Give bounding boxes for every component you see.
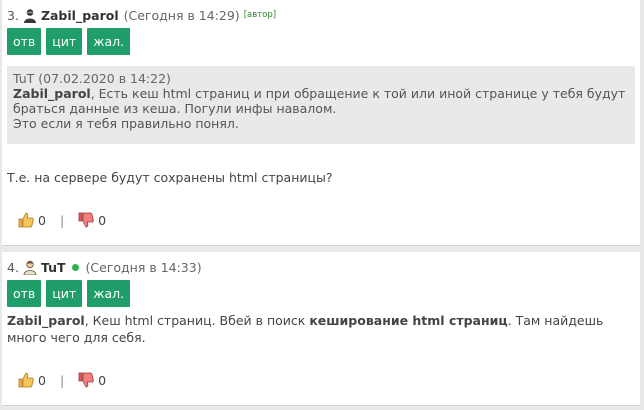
reply-button[interactable]: отв (7, 280, 42, 307)
post-rating: 0 | 0 (17, 371, 120, 389)
online-status-icon (71, 263, 79, 271)
likes-count: 0 (38, 212, 46, 228)
thumbs-up-icon[interactable] (17, 371, 35, 389)
dislikes-count: 0 (98, 212, 107, 228)
post-body: Т.е. на сервере будут сохранены html стр… (7, 170, 333, 185)
post-header: 3. Zabil_parol (Сегодня в 14:29) [автор] (7, 6, 276, 24)
post-body-line: много чего для себя. (7, 330, 146, 345)
user-avatar-icon (23, 8, 37, 23)
quote-text-line: Это если я тебя правильно понял. (13, 116, 239, 131)
rating-separator: | (59, 372, 65, 388)
dislikes-count: 0 (98, 372, 107, 388)
quote-text: , Есть кеш html страниц и при обращение … (90, 86, 626, 101)
quote-text-line: браться данные из кеша. Погули инфы нава… (13, 101, 337, 116)
post-mention[interactable]: Zabil_parol (7, 313, 85, 328)
comment-post: 4. TuT (Сегодня в 14:33) отв цит жал. Za… (2, 252, 640, 406)
rating-separator: | (59, 212, 65, 228)
post-body-line: Zabil_parol, Кеш html страниц. Вбей в по… (7, 312, 603, 329)
post-author-link[interactable]: Zabil_parol (41, 8, 119, 23)
post-timestamp: (Сегодня в 14:33) (85, 259, 202, 275)
complain-button[interactable]: жал. (87, 28, 131, 55)
post-header: 4. TuT (Сегодня в 14:33) (7, 258, 202, 276)
complain-button[interactable]: жал. (87, 280, 131, 307)
post-number: 4. (7, 259, 19, 275)
thumbs-up-icon[interactable] (17, 211, 35, 229)
quote-block: TuT (07.02.2020 в 14:22) Zabil_parol, Ес… (7, 66, 635, 144)
comment-post: 3. Zabil_parol (Сегодня в 14:29) [автор]… (2, 0, 640, 246)
post-author-link[interactable]: TuT (41, 260, 66, 275)
post-actions: отв цит жал. (7, 280, 131, 307)
quote-text-line: Zabil_parol, Есть кеш html страниц и при… (13, 86, 629, 101)
user-avatar-icon (23, 260, 37, 275)
post-body: Zabil_parol, Кеш html страниц. Вбей в по… (7, 312, 603, 346)
quote-mention[interactable]: Zabil_parol (13, 86, 91, 101)
post-actions: отв цит жал. (7, 28, 131, 55)
likes-count: 0 (38, 372, 46, 388)
quote-button[interactable]: цит (46, 280, 83, 307)
thumbs-down-icon[interactable] (77, 371, 95, 389)
thumbs-down-icon[interactable] (77, 211, 95, 229)
post-timestamp: (Сегодня в 14:29) (123, 7, 240, 23)
post-text: . Там найдешь (507, 313, 604, 328)
post-number: 3. (7, 7, 19, 23)
post-bold-text: кеширование html страниц (309, 313, 508, 328)
quote-header: TuT (07.02.2020 в 14:22) (13, 71, 171, 86)
author-tag: [автор] (243, 10, 277, 20)
reply-button[interactable]: отв (7, 28, 42, 55)
quote-button[interactable]: цит (46, 28, 83, 55)
post-text: , Кеш html страниц. Вбей в поиск (84, 313, 310, 328)
post-rating: 0 | 0 (17, 211, 120, 229)
